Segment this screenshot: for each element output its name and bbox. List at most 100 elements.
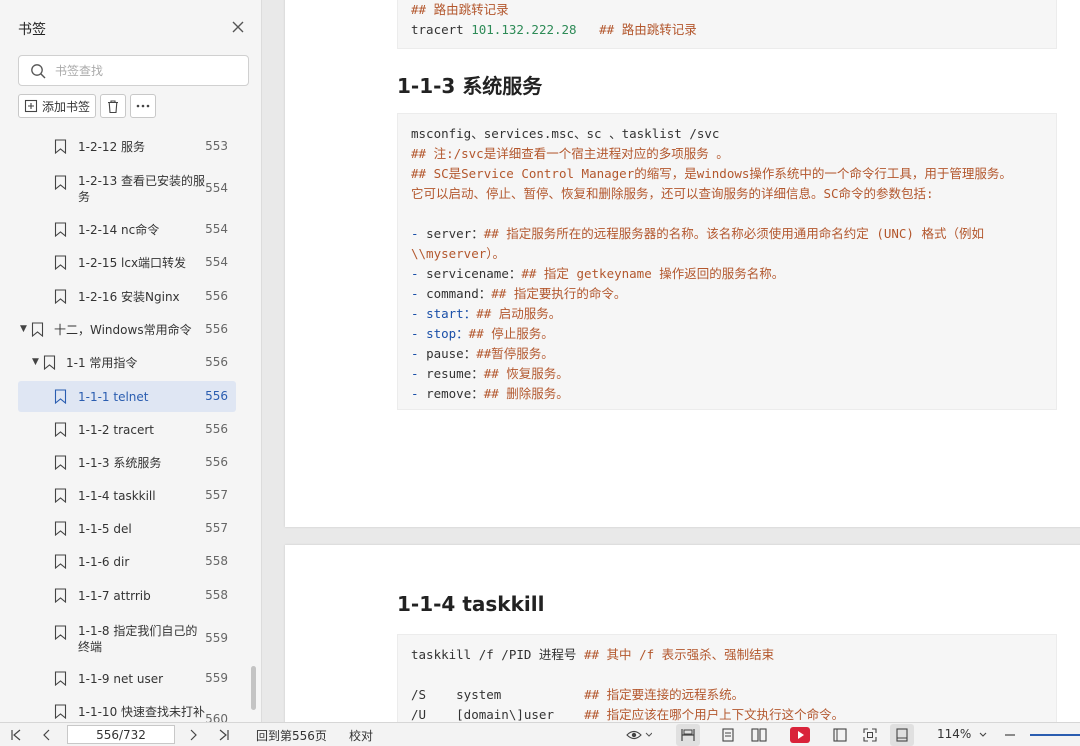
two-page-icon[interactable] xyxy=(751,727,767,743)
add-bookmark-button[interactable]: 添加书签 xyxy=(18,94,97,118)
bookmark-page: 556 xyxy=(205,322,228,336)
proofread-button[interactable]: 校对 xyxy=(349,727,373,744)
bookmark-item[interactable]: 1-2-14 nc命令 554 xyxy=(18,218,236,242)
bookmark-item[interactable]: 1-1-2 tracert 556 xyxy=(18,418,236,442)
bookmark-item[interactable]: 1-1-5 del 557 xyxy=(18,517,236,541)
bookmark-page: 557 xyxy=(205,488,228,502)
more-icon xyxy=(136,104,150,108)
bookmark-item[interactable]: 1-1-6 dir 558 xyxy=(18,550,236,574)
bookmark-item[interactable]: ▼ 1-1 常用指令 556 xyxy=(18,351,236,375)
bookmark-icon xyxy=(54,289,67,305)
code-line: tracert 101.132.222.28 ## 路由跳转记录 xyxy=(411,22,697,37)
last-page-icon[interactable] xyxy=(218,727,230,743)
bookmark-label: 1-1-10 快速查找未打补 xyxy=(78,705,206,719)
code-line: ## 路由跳转记录 xyxy=(411,2,509,17)
zoom-out-icon[interactable] xyxy=(1004,727,1016,743)
expand-caret-icon[interactable]: ▼ xyxy=(32,357,39,367)
bookmark-item[interactable]: 1-2-16 安装Nginx 556 xyxy=(18,285,236,309)
zoom-slider[interactable] xyxy=(1030,734,1080,736)
code-line: - stop：## 停止服务。 xyxy=(411,326,554,341)
bookmark-icon xyxy=(43,355,56,371)
bookmark-label-cont: 务 xyxy=(78,190,91,204)
bookmark-label: 1-2-13 查看已安装的服 xyxy=(78,174,206,188)
page-number-input[interactable] xyxy=(67,725,175,744)
bookmark-label: 1-2-15 lcx端口转发 xyxy=(78,256,187,270)
bookmark-page: 559 xyxy=(205,631,228,645)
bookmark-page: 553 xyxy=(205,139,228,153)
bookmark-item[interactable]: 1-1-9 net user 559 xyxy=(18,667,236,691)
bookmark-item[interactable]: 1-1-8 指定我们自己的 终端 559 xyxy=(18,620,236,656)
code-line: ## 注:/svc是详细查看一个宿主进程对应的多项服务 。 xyxy=(411,146,729,161)
bookmark-label-cont: 终端 xyxy=(78,640,103,654)
expand-caret-icon[interactable]: ▼ xyxy=(20,324,27,334)
bookmark-item[interactable]: 1-2-12 服务 553 xyxy=(18,135,236,159)
bookmark-item[interactable]: 1-1-10 快速查找未打补 560 xyxy=(18,700,236,722)
sidebar-scrollbar[interactable] xyxy=(251,666,256,710)
bookmark-label: 1-1-7 attrrib xyxy=(78,589,151,603)
bookmark-item[interactable]: 1-1-7 attrrib 558 xyxy=(18,584,236,608)
bookmark-item[interactable]: 1-2-15 lcx端口转发 554 xyxy=(18,251,236,275)
bookmark-icon xyxy=(54,554,67,570)
bookmark-label: 1-1-9 net user xyxy=(78,672,164,686)
bookmark-icon xyxy=(54,422,67,438)
code-block-tracert: ## 路由跳转记录 tracert 101.132.222.28 ## 路由跳转… xyxy=(397,0,1057,49)
fit-width-icon[interactable] xyxy=(680,727,696,743)
play-slideshow-icon[interactable] xyxy=(789,727,811,743)
bookmark-item-selected[interactable]: 1-1-1 telnet 556 xyxy=(18,381,236,412)
section-heading: 1-1-3 系统服务 xyxy=(397,74,543,98)
scroll-view-icon[interactable] xyxy=(832,727,848,743)
search-icon xyxy=(30,63,46,79)
code-line: - servicename：## 指定 getkeyname 操作返回的服务名称… xyxy=(411,266,785,281)
bookmark-page: 557 xyxy=(205,521,228,535)
bookmark-label: 1-1-8 指定我们自己的 xyxy=(78,624,198,638)
close-icon[interactable] xyxy=(229,18,247,36)
bookmark-page: 556 xyxy=(205,389,228,403)
bookmark-icon xyxy=(54,671,67,687)
bookmark-label: 1-1-6 dir xyxy=(78,555,130,569)
next-page-icon[interactable] xyxy=(188,727,200,743)
bookmark-label: 1-2-12 服务 xyxy=(78,140,146,154)
bookmark-item[interactable]: 1-1-4 taskkill 557 xyxy=(18,484,236,508)
code-line: - remove：## 删除服务。 xyxy=(411,386,569,401)
code-line: \\myserver）。 xyxy=(411,246,506,261)
zoom-dropdown-icon[interactable] xyxy=(978,727,988,743)
first-page-icon[interactable] xyxy=(10,727,22,743)
single-page-icon[interactable] xyxy=(720,727,736,743)
bookmark-icon xyxy=(54,625,67,641)
delete-bookmark-button[interactable] xyxy=(100,94,127,118)
bookmark-item[interactable]: 1-1-3 系统服务 556 xyxy=(18,451,236,475)
bookmark-label: 1-2-14 nc命令 xyxy=(78,223,160,237)
document-page: 1-1-4 taskkill taskkill /f /PID 进程号 ## 其… xyxy=(285,545,1080,722)
bookmark-icon xyxy=(54,488,67,504)
bookmark-icon xyxy=(54,255,67,271)
bookmark-label: 1-2-16 安装Nginx xyxy=(78,290,180,304)
trash-icon xyxy=(108,99,119,113)
bottom-toolbar: 回到第556页 校对 114% xyxy=(0,722,1080,746)
bookmark-icon xyxy=(54,455,67,471)
code-block-taskkill: taskkill /f /PID 进程号 ## 其中 /f 表示强杀、强制结束 … xyxy=(397,634,1057,722)
eye-view-icon[interactable] xyxy=(626,727,652,743)
zoom-level[interactable]: 114% xyxy=(937,727,971,741)
bookmark-search-input[interactable] xyxy=(55,61,240,81)
bookmark-label: 1-1-1 telnet xyxy=(78,390,149,404)
code-line: taskkill /f /PID 进程号 ## 其中 /f 表示强杀、强制结束 xyxy=(411,647,775,662)
code-line: /S system ## 指定要连接的远程系统。 xyxy=(411,687,745,702)
bookmark-page: 554 xyxy=(205,181,228,195)
bookmark-page: 554 xyxy=(205,222,228,236)
bookmark-item[interactable]: 1-2-13 查看已安装的服 务 554 xyxy=(18,170,236,206)
code-line: - pause：##暂停服务。 xyxy=(411,346,554,361)
code-line: - server：## 指定服务所在的远程服务器的名称。该名称必须使用通用命名约… xyxy=(411,226,984,241)
fullscreen-icon[interactable] xyxy=(862,727,878,743)
prev-page-icon[interactable] xyxy=(40,727,52,743)
bookmark-page: 554 xyxy=(205,255,228,269)
bookmark-page: 560 xyxy=(205,712,228,722)
code-block-services: msconfig、services.msc、sc 、tasklist /svc … xyxy=(397,113,1057,410)
back-to-page-button[interactable]: 回到第556页 xyxy=(256,727,327,744)
code-line: - command：## 指定要执行的命令。 xyxy=(411,286,627,301)
bookmark-icon xyxy=(31,322,44,338)
more-options-button[interactable] xyxy=(130,94,157,118)
bookmark-label: 1-1-3 系统服务 xyxy=(78,456,162,470)
bookmark-item[interactable]: ▼ 十二，Windows常用命令 556 xyxy=(18,318,236,342)
page-fit-icon[interactable] xyxy=(894,727,910,743)
